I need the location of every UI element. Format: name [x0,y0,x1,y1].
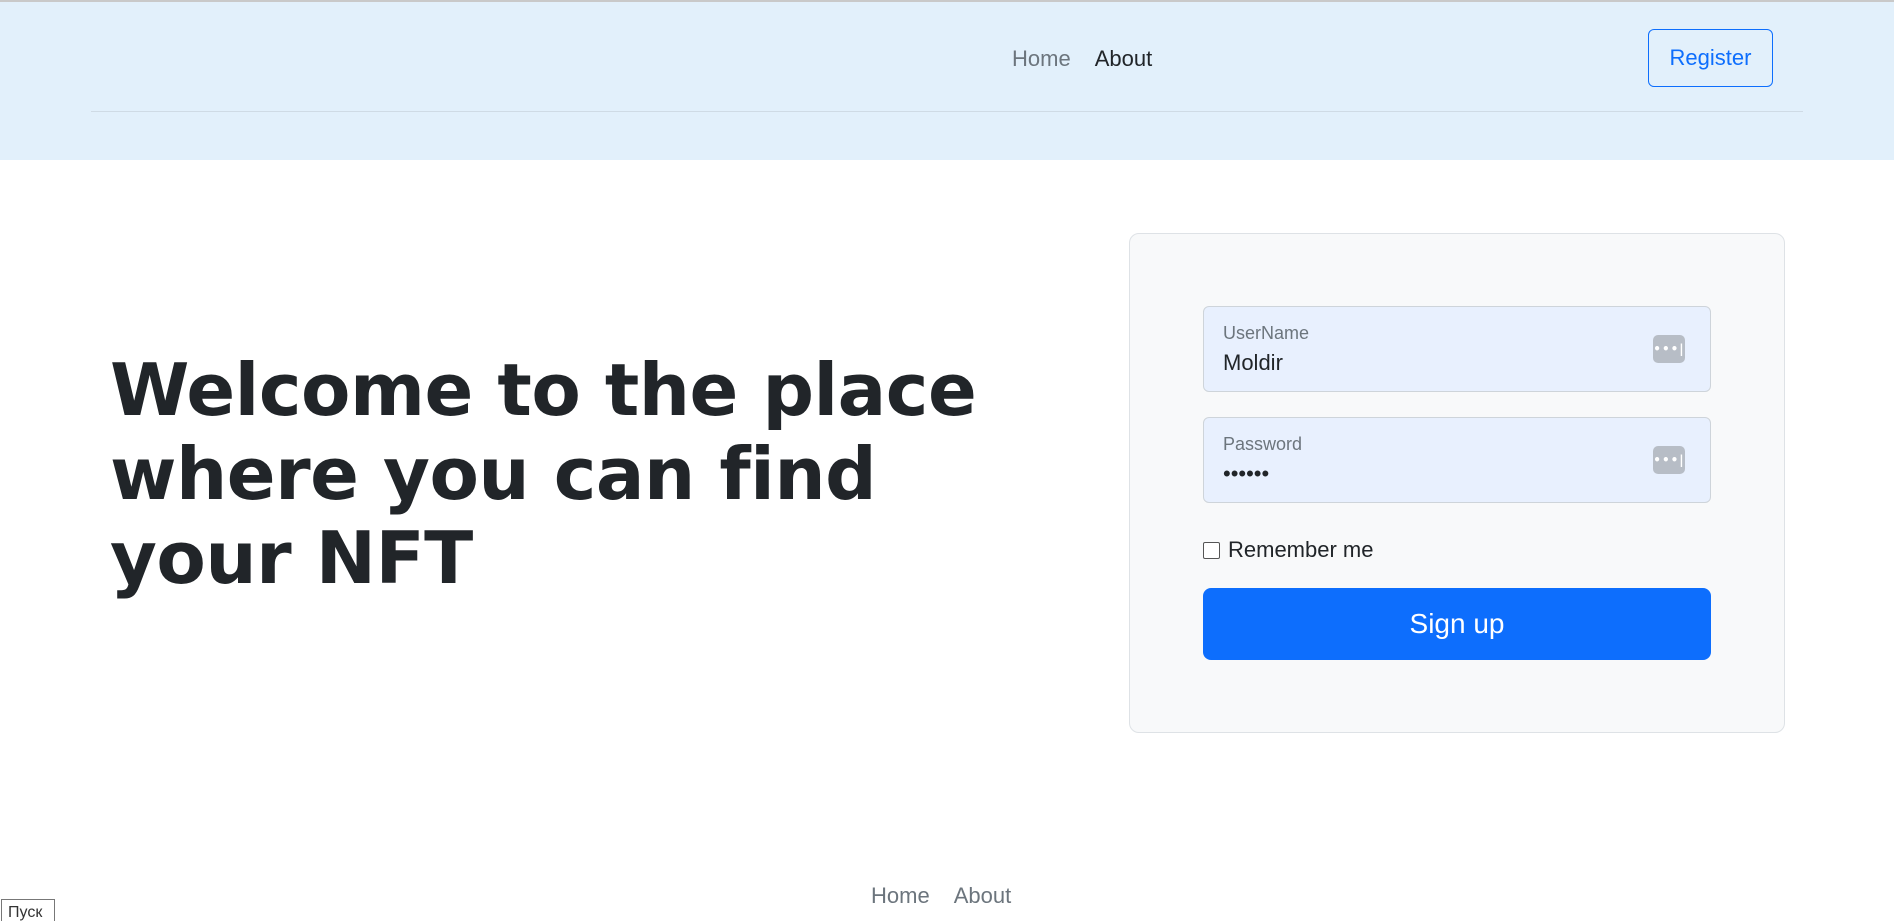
nav-link-home[interactable]: Home [1012,46,1071,72]
login-card: UserName •••| Password •••••• •••| Remem… [1129,233,1785,733]
remember-me-label[interactable]: Remember me [1228,537,1373,563]
username-input[interactable] [1223,350,1623,376]
password-label: Password [1223,434,1303,454]
register-button[interactable]: Register [1648,29,1773,87]
remember-me-checkbox[interactable] [1203,541,1220,559]
remember-me-row[interactable]: Remember me [1203,537,1373,563]
username-field[interactable]: UserName •••| [1203,306,1711,392]
footer-nav: Home About [871,883,1011,909]
password-manager-key-icon[interactable]: •••| [1653,446,1685,474]
sign-up-button[interactable]: Sign up [1203,588,1711,660]
password-input[interactable]: •••••• [1223,461,1623,487]
taskbar-start-button[interactable]: Пуск [1,899,55,921]
username-label: UserName [1223,323,1310,343]
password-manager-key-icon[interactable]: •••| [1653,335,1685,363]
main-nav: Home About [1012,46,1152,72]
nav-link-about[interactable]: About [1095,46,1153,72]
password-field[interactable]: Password •••••• •••| [1203,417,1711,503]
header-divider [91,111,1803,112]
hero-title: Welcome to the place where you can find … [110,348,977,600]
site-header: Home About Register [0,2,1894,160]
footer-link-home[interactable]: Home [871,883,930,909]
footer-link-about[interactable]: About [954,883,1012,909]
